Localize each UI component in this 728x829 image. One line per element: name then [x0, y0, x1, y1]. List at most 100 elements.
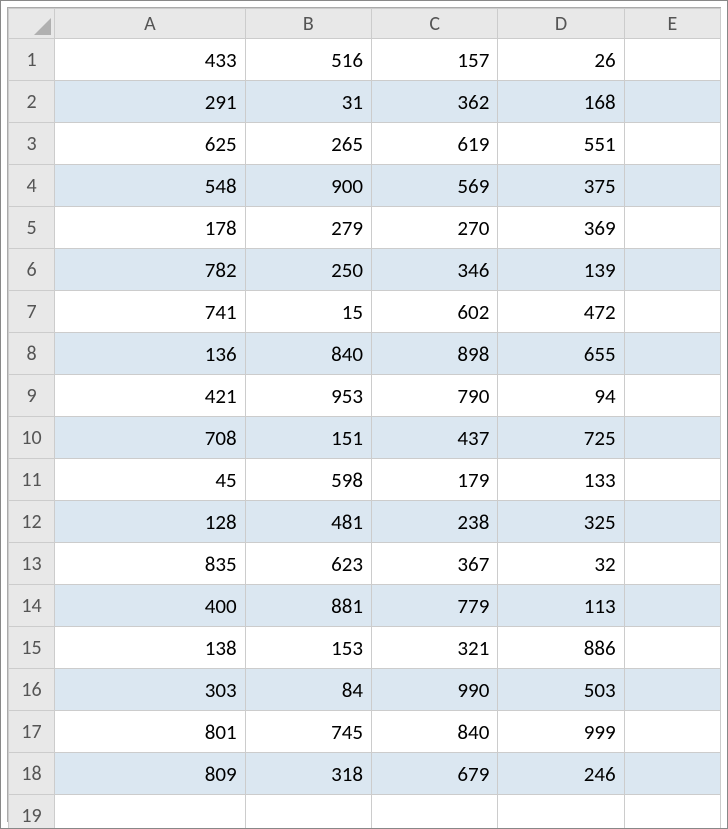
cell[interactable]: [245, 795, 371, 829]
row-header[interactable]: 8: [9, 333, 55, 375]
row-header[interactable]: 19: [9, 795, 55, 829]
cell[interactable]: 270: [372, 207, 498, 249]
cell[interactable]: 421: [55, 375, 246, 417]
row-header[interactable]: 2: [9, 81, 55, 123]
row-header[interactable]: 10: [9, 417, 55, 459]
cell[interactable]: 369: [498, 207, 624, 249]
cell[interactable]: 325: [498, 501, 624, 543]
cell[interactable]: 265: [245, 123, 371, 165]
cell[interactable]: 481: [245, 501, 371, 543]
cell[interactable]: 84: [245, 669, 371, 711]
cell[interactable]: 346: [372, 249, 498, 291]
cell[interactable]: 279: [245, 207, 371, 249]
cell[interactable]: 809: [55, 753, 246, 795]
cell[interactable]: 779: [372, 585, 498, 627]
cell[interactable]: 238: [372, 501, 498, 543]
cell[interactable]: 886: [498, 627, 624, 669]
row-header[interactable]: 16: [9, 669, 55, 711]
cell[interactable]: [624, 711, 720, 753]
cell[interactable]: 45: [55, 459, 246, 501]
row-header[interactable]: 14: [9, 585, 55, 627]
row-header[interactable]: 17: [9, 711, 55, 753]
cell[interactable]: 551: [498, 123, 624, 165]
cell[interactable]: [624, 585, 720, 627]
col-header-b[interactable]: B: [245, 9, 371, 39]
cell[interactable]: 321: [372, 627, 498, 669]
cell[interactable]: [624, 459, 720, 501]
col-header-c[interactable]: C: [372, 9, 498, 39]
cell[interactable]: 375: [498, 165, 624, 207]
cell[interactable]: [624, 291, 720, 333]
cell[interactable]: 745: [245, 711, 371, 753]
cell[interactable]: 94: [498, 375, 624, 417]
row-header[interactable]: 1: [9, 39, 55, 81]
cell[interactable]: 367: [372, 543, 498, 585]
cell[interactable]: 516: [245, 39, 371, 81]
cell[interactable]: 835: [55, 543, 246, 585]
cell[interactable]: 725: [498, 417, 624, 459]
cell[interactable]: 900: [245, 165, 371, 207]
cell[interactable]: 303: [55, 669, 246, 711]
cell[interactable]: 139: [498, 249, 624, 291]
row-header[interactable]: 15: [9, 627, 55, 669]
cell[interactable]: [498, 795, 624, 829]
cell[interactable]: [624, 417, 720, 459]
cell[interactable]: 433: [55, 39, 246, 81]
row-header[interactable]: 4: [9, 165, 55, 207]
cell[interactable]: [624, 165, 720, 207]
cell[interactable]: 291: [55, 81, 246, 123]
cell[interactable]: 318: [245, 753, 371, 795]
cell[interactable]: 801: [55, 711, 246, 753]
cell[interactable]: 246: [498, 753, 624, 795]
row-header[interactable]: 13: [9, 543, 55, 585]
cell[interactable]: [624, 669, 720, 711]
cell[interactable]: 602: [372, 291, 498, 333]
cell[interactable]: 400: [55, 585, 246, 627]
cell[interactable]: [624, 333, 720, 375]
cell[interactable]: 708: [55, 417, 246, 459]
cell[interactable]: 679: [372, 753, 498, 795]
cell[interactable]: [624, 81, 720, 123]
col-header-d[interactable]: D: [498, 9, 624, 39]
row-header[interactable]: 18: [9, 753, 55, 795]
col-header-a[interactable]: A: [55, 9, 246, 39]
cell[interactable]: 623: [245, 543, 371, 585]
row-header[interactable]: 5: [9, 207, 55, 249]
cell[interactable]: [624, 753, 720, 795]
cell[interactable]: 790: [372, 375, 498, 417]
cell[interactable]: [624, 39, 720, 81]
cell[interactable]: 881: [245, 585, 371, 627]
cell[interactable]: [624, 543, 720, 585]
cell[interactable]: [624, 249, 720, 291]
cell[interactable]: 153: [245, 627, 371, 669]
cell[interactable]: 990: [372, 669, 498, 711]
cell[interactable]: 138: [55, 627, 246, 669]
row-header[interactable]: 11: [9, 459, 55, 501]
cell[interactable]: 32: [498, 543, 624, 585]
row-header[interactable]: 7: [9, 291, 55, 333]
cell[interactable]: 151: [245, 417, 371, 459]
cell[interactable]: 569: [372, 165, 498, 207]
cell[interactable]: 472: [498, 291, 624, 333]
row-header[interactable]: 12: [9, 501, 55, 543]
cell[interactable]: 26: [498, 39, 624, 81]
cell[interactable]: 437: [372, 417, 498, 459]
cell[interactable]: 157: [372, 39, 498, 81]
cell[interactable]: 598: [245, 459, 371, 501]
cell[interactable]: 741: [55, 291, 246, 333]
cell[interactable]: 840: [245, 333, 371, 375]
cell[interactable]: [624, 123, 720, 165]
cell[interactable]: 133: [498, 459, 624, 501]
cell[interactable]: 503: [498, 669, 624, 711]
cell[interactable]: 782: [55, 249, 246, 291]
cell[interactable]: 619: [372, 123, 498, 165]
cell[interactable]: [55, 795, 246, 829]
cell[interactable]: [624, 627, 720, 669]
spreadsheet-grid[interactable]: ABCDE 1433516157262291313621683625265619…: [8, 8, 721, 829]
select-all-corner[interactable]: [9, 9, 55, 39]
cell[interactable]: 178: [55, 207, 246, 249]
cell[interactable]: 840: [372, 711, 498, 753]
cell[interactable]: 179: [372, 459, 498, 501]
cell[interactable]: [624, 795, 720, 829]
cell[interactable]: 113: [498, 585, 624, 627]
